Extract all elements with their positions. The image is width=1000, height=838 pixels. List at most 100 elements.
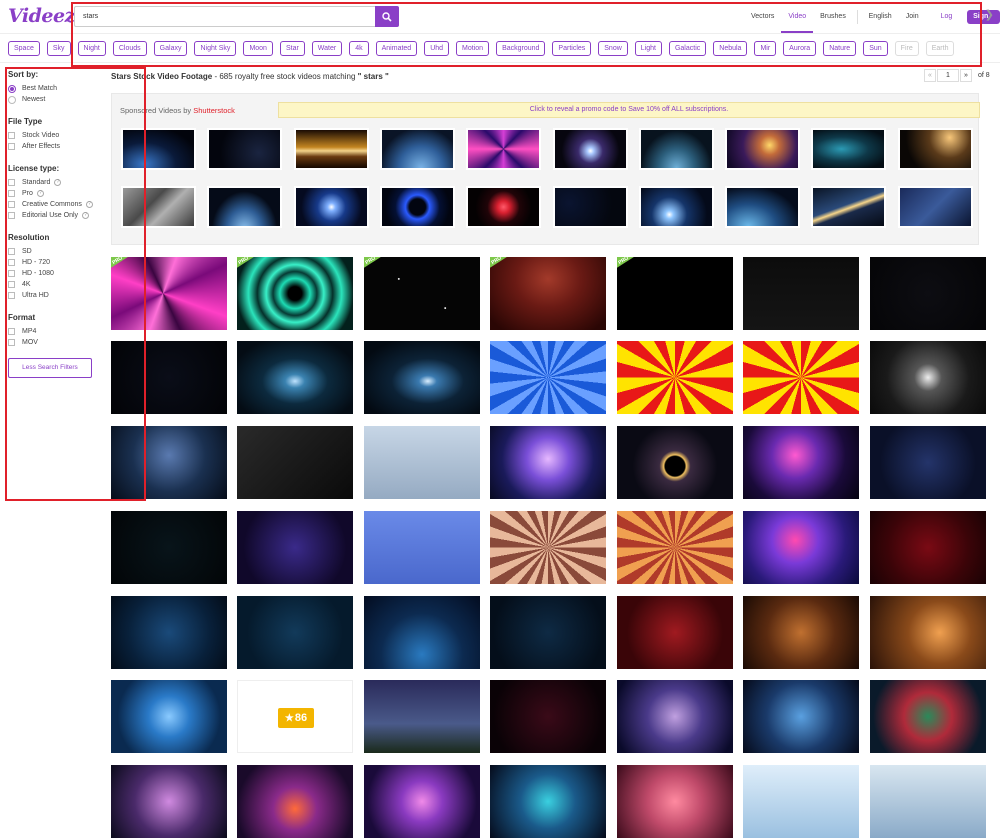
video-thumbnail[interactable] (111, 596, 227, 669)
tag-galactic[interactable]: Galactic (668, 40, 707, 56)
video-thumbnail[interactable] (870, 680, 986, 753)
video-thumbnail[interactable] (490, 426, 606, 499)
less-filters-button[interactable]: Less Search Filters (8, 358, 92, 378)
video-thumbnail[interactable]: ★ 86 (237, 680, 353, 753)
sponsored-thumbnail[interactable] (379, 186, 455, 228)
video-thumbnail[interactable] (111, 680, 227, 753)
video-thumbnail[interactable] (743, 341, 859, 414)
tag-water[interactable]: Water (311, 40, 343, 56)
video-thumbnail[interactable] (870, 765, 986, 838)
video-thumbnail[interactable] (617, 426, 733, 499)
video-thumbnail[interactable] (743, 765, 859, 838)
info-icon[interactable]: ? (54, 179, 62, 186)
sponsored-thumbnail[interactable] (897, 128, 973, 170)
video-thumbnail[interactable] (364, 765, 480, 838)
video-thumbnail[interactable]: PRO (111, 257, 227, 330)
filter-sd[interactable]: SD (8, 246, 138, 257)
sponsored-thumbnail[interactable] (811, 186, 887, 228)
video-thumbnail[interactable] (490, 765, 606, 838)
video-thumbnail[interactable] (617, 596, 733, 669)
sponsored-thumbnail[interactable] (897, 186, 973, 228)
video-thumbnail[interactable] (743, 680, 859, 753)
video-thumbnail[interactable] (237, 511, 353, 584)
video-thumbnail[interactable] (617, 680, 733, 753)
video-thumbnail[interactable] (617, 511, 733, 584)
video-thumbnail[interactable] (870, 341, 986, 414)
video-thumbnail[interactable] (237, 765, 353, 838)
tag-particles[interactable]: Particles (552, 40, 592, 56)
prev-page-button[interactable]: « (924, 69, 936, 82)
sponsored-thumbnail[interactable] (293, 128, 369, 170)
sponsored-thumbnail[interactable] (725, 128, 801, 170)
chevron-right-icon[interactable]: ❯ (985, 8, 994, 21)
tag-galaxy[interactable]: Galaxy (153, 40, 188, 56)
login-link[interactable]: Log in (934, 0, 964, 53)
nav-video[interactable]: Video (781, 0, 814, 33)
video-thumbnail[interactable] (111, 765, 227, 838)
search-button[interactable] (375, 6, 399, 27)
video-thumbnail[interactable]: PRO (490, 257, 606, 330)
video-thumbnail[interactable] (743, 426, 859, 499)
video-thumbnail[interactable] (490, 596, 606, 669)
tag-snow[interactable]: Snow (598, 40, 628, 56)
tag-night[interactable]: Night (77, 40, 106, 56)
video-thumbnail[interactable] (111, 426, 227, 499)
video-thumbnail[interactable] (237, 341, 353, 414)
sponsored-thumbnail[interactable] (638, 186, 714, 228)
video-thumbnail[interactable] (617, 341, 733, 414)
video-thumbnail[interactable]: PRO (617, 257, 733, 330)
shutterstock-link[interactable]: Shutterstock (193, 106, 235, 115)
sponsored-thumbnail[interactable] (293, 186, 369, 228)
tag-night-sky[interactable]: Night Sky (194, 40, 237, 56)
video-thumbnail[interactable] (111, 341, 227, 414)
tag-mir[interactable]: Mir (754, 40, 777, 56)
info-icon[interactable]: ? (36, 190, 44, 197)
video-thumbnail[interactable] (111, 511, 227, 584)
video-thumbnail[interactable] (490, 680, 606, 753)
tag-nature[interactable]: Nature (823, 40, 857, 56)
nav-brushes[interactable]: Brushes (813, 0, 853, 33)
tag-sky[interactable]: Sky (46, 40, 71, 56)
sponsored-thumbnail[interactable] (638, 128, 714, 170)
video-thumbnail[interactable] (870, 596, 986, 669)
promo-banner[interactable]: Click to reveal a promo code to Save 10%… (278, 102, 980, 118)
tag-light[interactable]: Light (634, 40, 662, 56)
sponsored-thumbnail[interactable] (466, 128, 542, 170)
sponsored-thumbnail[interactable] (207, 128, 283, 170)
tag-uhd[interactable]: Uhd (424, 40, 450, 56)
tag-motion[interactable]: Motion (456, 40, 490, 56)
video-thumbnail[interactable] (617, 765, 733, 838)
sponsored-thumbnail[interactable] (379, 128, 455, 170)
tag-sun[interactable]: Sun (863, 40, 888, 56)
tag-earth[interactable]: Earth (925, 40, 955, 56)
tag-fire[interactable]: Fire (894, 40, 919, 56)
video-thumbnail[interactable] (743, 596, 859, 669)
tag-animated[interactable]: Animated (375, 40, 418, 56)
video-thumbnail[interactable] (743, 257, 859, 330)
video-thumbnail[interactable] (490, 341, 606, 414)
tag-moon[interactable]: Moon (243, 40, 273, 56)
tag-4k[interactable]: 4k (349, 40, 369, 56)
video-thumbnail[interactable]: PRO (237, 257, 353, 330)
video-thumbnail[interactable] (490, 511, 606, 584)
tag-space[interactable]: Space (8, 40, 40, 56)
tag-clouds[interactable]: Clouds (112, 40, 147, 56)
page-input[interactable]: 1 (937, 69, 959, 82)
tag-star[interactable]: Star (279, 40, 305, 56)
sponsored-thumbnail[interactable] (207, 186, 283, 228)
sponsored-thumbnail[interactable] (811, 128, 887, 170)
info-icon[interactable]: ? (82, 212, 90, 219)
sponsored-thumbnail[interactable] (121, 186, 196, 228)
join-pro-link[interactable]: Join Pro (899, 0, 934, 53)
sponsored-thumbnail[interactable] (725, 186, 801, 228)
sponsored-thumbnail[interactable] (121, 128, 196, 170)
video-thumbnail[interactable] (364, 341, 480, 414)
signup-button[interactable]: Sign up (967, 9, 1000, 34)
video-thumbnail[interactable] (743, 511, 859, 584)
video-thumbnail[interactable] (364, 596, 480, 669)
sponsored-thumbnail[interactable] (466, 186, 542, 228)
nav-vectors[interactable]: Vectors (744, 0, 781, 33)
language-selector[interactable]: English ▾ (862, 0, 899, 53)
tag-nebula[interactable]: Nebula (713, 40, 748, 56)
tag-aurora[interactable]: Aurora (783, 40, 817, 56)
